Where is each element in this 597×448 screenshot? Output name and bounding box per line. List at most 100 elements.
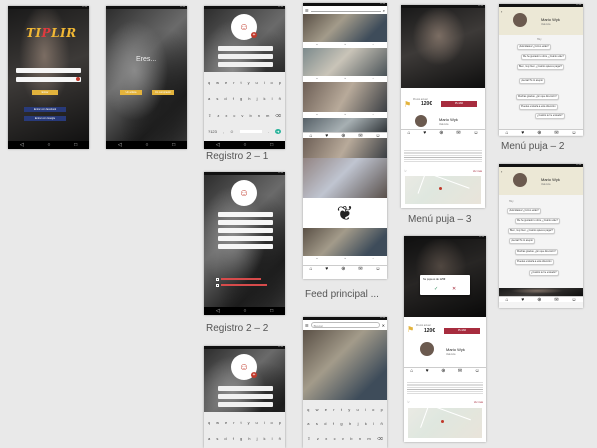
heart-icon[interactable]: ♥ (344, 44, 345, 46)
avatar[interactable]: ● (316, 114, 317, 116)
heart-tab-icon[interactable]: ♥ (325, 266, 328, 272)
add-tab-icon[interactable]: ⊕ (537, 297, 541, 303)
back-icon[interactable]: ◁ (20, 141, 24, 149)
home-icon[interactable]: ○ (243, 307, 246, 315)
avatar[interactable]: ● (316, 258, 317, 260)
home-icon[interactable]: ○ (145, 141, 148, 149)
name-field[interactable] (218, 386, 273, 391)
avatar[interactable]: ● (316, 44, 317, 46)
repeat-password-field[interactable] (218, 244, 273, 249)
profile-tab-icon[interactable]: ☺ (475, 368, 480, 374)
feed-card-image[interactable] (303, 330, 387, 400)
add-tab-icon[interactable]: ⊕ (439, 130, 443, 136)
facebook-login-button[interactable]: Entrar con facebook (24, 107, 66, 112)
feed-card-image[interactable] (303, 228, 387, 256)
avatar[interactable]: ● (316, 78, 317, 80)
location-map[interactable] (405, 176, 481, 204)
terms-checkbox[interactable] (216, 278, 219, 281)
user-avatar[interactable] (415, 115, 427, 127)
search-bar[interactable] (310, 8, 381, 12)
bid-button[interactable]: PUJAR (444, 328, 480, 334)
chat-tab-icon[interactable]: ✉ (456, 130, 460, 136)
avatar-placeholder[interactable]: ☺ + (231, 14, 257, 40)
more-link[interactable]: Ver más (474, 401, 483, 404)
recents-icon[interactable]: □ (270, 141, 273, 149)
surname-field[interactable] (218, 220, 273, 225)
chat-tab-icon[interactable]: ✉ (358, 266, 362, 272)
home-icon[interactable]: ○ (243, 141, 246, 149)
feed-card-image[interactable] (303, 14, 387, 42)
profile-tab-icon[interactable]: ☺ (375, 266, 380, 272)
back-icon[interactable]: ‹ (501, 9, 502, 14)
name-field[interactable] (218, 212, 273, 217)
profile-tab-icon[interactable]: ☺ (473, 130, 478, 136)
buyer-option-button[interactable]: Un comprador (152, 90, 174, 95)
menu-icon[interactable]: ☰ (305, 8, 309, 13)
email-field[interactable] (218, 228, 273, 233)
recents-icon[interactable]: □ (172, 141, 175, 149)
recents-icon[interactable]: □ (270, 307, 273, 315)
recents-icon[interactable]: □ (74, 141, 77, 149)
password-field[interactable] (218, 236, 273, 241)
feed-card-image[interactable]: ❦ (303, 198, 387, 228)
search-icon[interactable]: ⌕ (383, 8, 385, 13)
feed-card-image[interactable] (303, 48, 387, 76)
add-tab-icon[interactable]: ⊕ (341, 266, 345, 272)
password-field[interactable] (16, 76, 81, 82)
home-tab-icon[interactable]: ⌂ (410, 368, 413, 374)
home-tab-icon[interactable]: ⌂ (309, 266, 312, 272)
feed-card-image[interactable] (303, 118, 387, 132)
feed-card-image[interactable] (303, 158, 387, 198)
feed-card-image[interactable] (303, 82, 387, 112)
newsletter-checkbox[interactable] (216, 284, 219, 287)
eye-icon[interactable] (76, 76, 80, 81)
email-field[interactable] (16, 68, 81, 73)
user-avatar[interactable] (513, 173, 527, 187)
menu-icon[interactable]: ☰ (305, 323, 309, 328)
more-link[interactable]: Ver más (473, 170, 482, 173)
back-icon[interactable]: ‹ (501, 169, 502, 174)
keyboard[interactable]: qwertyuiop asdfghjklñ (204, 412, 285, 448)
location-map[interactable] (408, 408, 482, 438)
avatar-placeholder[interactable]: ☺ (231, 180, 257, 206)
user-avatar[interactable] (513, 13, 527, 27)
profile-tab-icon[interactable]: ☺ (571, 297, 576, 303)
surname-field[interactable] (218, 394, 273, 399)
bid-button[interactable]: PUJAR (441, 101, 477, 107)
close-icon[interactable]: ✕ (382, 323, 385, 328)
feed-card-image[interactable] (303, 138, 387, 158)
artwork-image[interactable] (401, 8, 485, 88)
chat-tab-icon[interactable]: ✉ (458, 368, 462, 374)
back-icon[interactable]: ◁ (118, 141, 122, 149)
heart-tab-icon[interactable]: ♥ (521, 130, 524, 136)
user-avatar[interactable] (420, 342, 434, 356)
email-field[interactable] (218, 402, 273, 407)
add-tab-icon[interactable]: ⊕ (441, 368, 445, 374)
back-icon[interactable]: ◁ (216, 307, 220, 315)
heart-tab-icon[interactable]: ♥ (426, 368, 429, 374)
heart-tab-icon[interactable]: ♥ (521, 297, 524, 303)
surname-field[interactable] (218, 54, 273, 59)
heart-icon[interactable]: ♡ (404, 169, 407, 173)
google-login-button[interactable]: Entrar con Google (24, 116, 66, 121)
home-tab-icon[interactable]: ⌂ (407, 130, 410, 136)
heart-icon[interactable]: ♡ (407, 400, 410, 404)
home-icon[interactable]: ○ (47, 141, 50, 149)
heart-tab-icon[interactable]: ♥ (423, 130, 426, 136)
back-icon[interactable]: ◁ (216, 141, 220, 149)
keyboard[interactable]: qwertyuiop asdfghjklñ ⇧ z x c v b n m ⌫ ?123, ☺. ➜ (204, 72, 285, 142)
email-field[interactable] (218, 62, 273, 67)
heart-icon[interactable]: ♥ (344, 258, 345, 260)
heart-icon[interactable]: ♥ (344, 114, 345, 116)
home-tab-icon[interactable]: ⌂ (505, 297, 508, 303)
profile-tab-icon[interactable]: ☺ (571, 130, 576, 136)
artist-option-button[interactable]: Un artista (120, 90, 142, 95)
add-photo-icon[interactable]: + (251, 32, 257, 38)
home-tab-icon[interactable]: ⌂ (505, 130, 508, 136)
add-tab-icon[interactable]: ⊕ (537, 130, 541, 136)
confirm-icon[interactable]: ✓ (434, 286, 438, 292)
name-field[interactable] (218, 46, 273, 51)
chat-tab-icon[interactable]: ✉ (554, 297, 558, 303)
cancel-icon[interactable]: ✕ (452, 286, 456, 292)
login-button[interactable]: Entrar (32, 90, 58, 95)
